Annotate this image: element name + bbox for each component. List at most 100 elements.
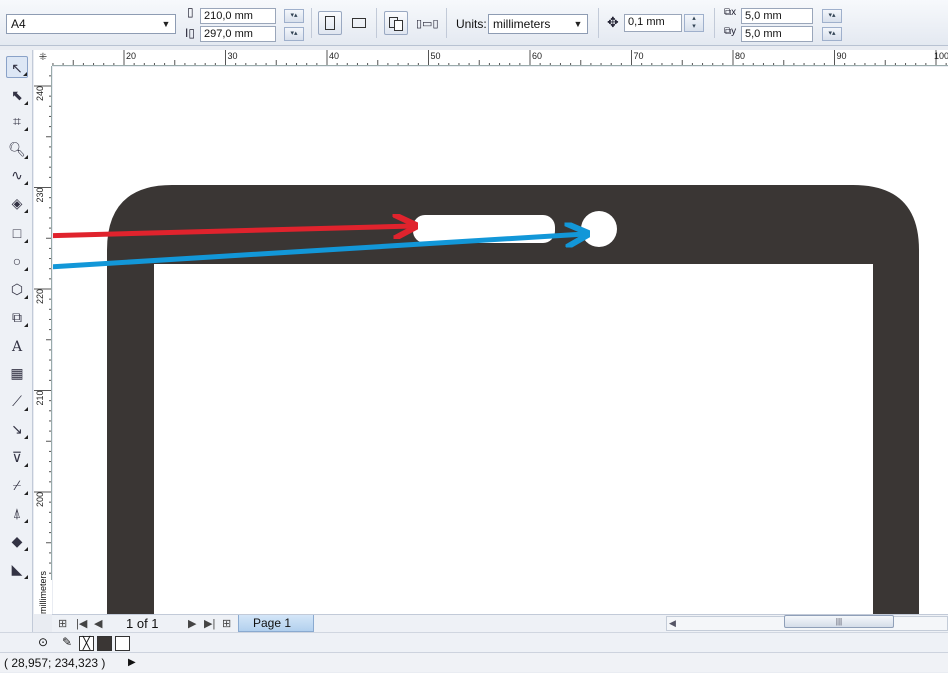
- drawing-svg: [53, 185, 919, 614]
- interactive-fill-tool-icon[interactable]: ◣: [6, 558, 28, 580]
- all-pages-button[interactable]: [384, 11, 408, 35]
- duplicate-x-icon: ⧉x: [724, 7, 737, 18]
- ruler-label: 70: [634, 51, 644, 61]
- nudge-value: 0,1 mm: [628, 16, 665, 28]
- page-tab-label: Page 1: [253, 616, 292, 630]
- units-value: millimeters: [493, 17, 551, 31]
- pick-tool-icon[interactable]: ↖: [6, 56, 28, 78]
- nudge-icon: ✥: [607, 14, 619, 30]
- dimension-tool-icon[interactable]: ⟋: [6, 390, 28, 412]
- status-expand-icon[interactable]: ▶: [128, 653, 136, 673]
- ruler-label: 210: [35, 391, 45, 406]
- duplicate-x-spinner[interactable]: ▾▴: [822, 9, 842, 23]
- vertical-ruler[interactable]: 240 230 220 210 200: [34, 66, 52, 614]
- duplicate-y-value: 5,0 mm: [745, 28, 782, 40]
- eyedropper-icon[interactable]: ✎: [62, 635, 72, 649]
- separator: [376, 8, 377, 38]
- ruler-label: 40: [329, 51, 339, 61]
- document-palette: ⊙ ✎ ╳: [0, 632, 948, 652]
- units-label: Units:: [456, 17, 487, 31]
- drawing-canvas[interactable]: [53, 67, 948, 614]
- crop-tool-icon[interactable]: ⌗: [6, 110, 28, 132]
- rectangle-tool-icon[interactable]: □: [6, 222, 28, 244]
- page-height-spinner[interactable]: ▾▴: [284, 27, 304, 41]
- duplicate-y-field[interactable]: 5,0 mm: [741, 26, 813, 42]
- smart-fill-tool-icon[interactable]: ◈: [6, 192, 28, 214]
- next-page-icon[interactable]: ▶: [188, 616, 196, 632]
- play-icon[interactable]: ⊙: [38, 635, 48, 649]
- landscape-icon[interactable]: [352, 18, 366, 28]
- zoom-tool-icon[interactable]: 🔍︎: [6, 138, 28, 160]
- property-bar: A4 ▼ ▯ 210,0 mm ▾▴ I▯ 297,0 mm ▾▴ ▯▭▯ Un…: [0, 0, 948, 46]
- basic-shapes-tool-icon[interactable]: ⧉: [6, 306, 28, 328]
- horizontal-scroll-thumb[interactable]: |||: [784, 615, 894, 628]
- separator: [598, 8, 599, 38]
- ruler-label: 90: [837, 51, 847, 61]
- page-height-field[interactable]: 297,0 mm: [200, 26, 276, 42]
- shape-tool-icon[interactable]: ⬉: [6, 84, 28, 106]
- eyedropper-tool-icon[interactable]: ⌿: [6, 474, 28, 496]
- first-page-icon[interactable]: |◀: [76, 616, 87, 632]
- fill-tool-icon[interactable]: ◆: [6, 530, 28, 552]
- page-width-field[interactable]: 210,0 mm: [200, 8, 276, 24]
- units-select[interactable]: millimeters ▼: [488, 14, 588, 34]
- device-frame-shape[interactable]: [107, 185, 919, 614]
- page-width-value: 210,0 mm: [204, 10, 253, 22]
- outline-pen-tool-icon[interactable]: ⍋: [6, 502, 28, 524]
- toolbox: ↖ ⬉ ⌗ 🔍︎ ∿ ◈ □ ○ ⬡ ⧉ A ▦ ⟋ ↘ ⊽ ⌿ ⍋ ◆ ◣: [0, 50, 33, 632]
- connector-tool-icon[interactable]: ↘: [6, 418, 28, 440]
- cursor-coordinates: ( 28,957; 234,323 ): [4, 656, 106, 670]
- page-count: 1 of 1: [126, 616, 159, 631]
- ruler-label: 20: [126, 51, 136, 61]
- duplicate-x-value: 5,0 mm: [745, 10, 782, 22]
- ruler-label: 240: [35, 86, 45, 101]
- paper-size-value: A4: [11, 17, 26, 31]
- portrait-icon: [325, 16, 335, 30]
- nudge-spinner[interactable]: ▴ ▾: [684, 14, 704, 32]
- ruler-label: 100: [934, 51, 948, 61]
- status-bar: ( 28,957; 234,323 ) ▶: [0, 652, 948, 672]
- ruler-label: 30: [228, 51, 238, 61]
- duplicate-y-spinner[interactable]: ▾▴: [822, 27, 842, 41]
- color-swatch-white[interactable]: [115, 636, 130, 651]
- previous-page-icon[interactable]: ◀: [94, 616, 102, 632]
- chevron-down-icon[interactable]: ▼: [159, 17, 173, 31]
- ruler-units-label: millimeters: [34, 571, 52, 614]
- ruler-label: 50: [431, 51, 441, 61]
- no-color-swatch[interactable]: ╳: [79, 636, 94, 651]
- camera-hole-shape[interactable]: [581, 211, 617, 247]
- page-width-spinner[interactable]: ▾▴: [284, 9, 304, 23]
- ruler-label: 200: [35, 492, 45, 507]
- duplicate-y-icon: ⧉y: [724, 26, 737, 37]
- page-height-value: 297,0 mm: [204, 28, 253, 40]
- portrait-button[interactable]: [318, 11, 342, 35]
- ruler-label: 80: [735, 51, 745, 61]
- ruler-label: 230: [35, 188, 45, 203]
- chevron-down-icon[interactable]: ▼: [571, 17, 585, 31]
- horizontal-ruler[interactable]: 20 30 40 50 60 70 80 90 100: [52, 50, 948, 66]
- current-page-icon[interactable]: ▯▭▯: [416, 18, 439, 30]
- ruler-label: 220: [35, 289, 45, 304]
- add-page-after-icon[interactable]: ⊞: [222, 616, 231, 632]
- ellipse-tool-icon[interactable]: ○: [6, 250, 28, 272]
- ruler-origin-icon[interactable]: ⁜: [34, 50, 52, 66]
- blend-tool-icon[interactable]: ⊽: [6, 446, 28, 468]
- scroll-left-icon[interactable]: ◀: [669, 617, 676, 630]
- ruler-label: 60: [532, 51, 542, 61]
- table-tool-icon[interactable]: ▦: [6, 362, 28, 384]
- nudge-field[interactable]: 0,1 mm: [624, 14, 682, 32]
- separator: [714, 8, 715, 38]
- color-swatch-dark[interactable]: [97, 636, 112, 651]
- page-height-icon: I▯: [185, 26, 195, 40]
- duplicate-x-field[interactable]: 5,0 mm: [741, 8, 813, 24]
- last-page-icon[interactable]: ▶|: [204, 616, 215, 632]
- separator: [446, 8, 447, 38]
- add-page-before-icon[interactable]: ⊞: [58, 616, 67, 632]
- text-tool-icon[interactable]: A: [6, 336, 28, 358]
- freehand-tool-icon[interactable]: ∿: [6, 164, 28, 186]
- page-tab[interactable]: Page 1: [238, 615, 314, 632]
- paper-size-select[interactable]: A4 ▼: [6, 14, 176, 34]
- separator: [311, 8, 312, 38]
- polygon-tool-icon[interactable]: ⬡: [6, 278, 28, 300]
- page-width-icon: ▯: [187, 5, 194, 19]
